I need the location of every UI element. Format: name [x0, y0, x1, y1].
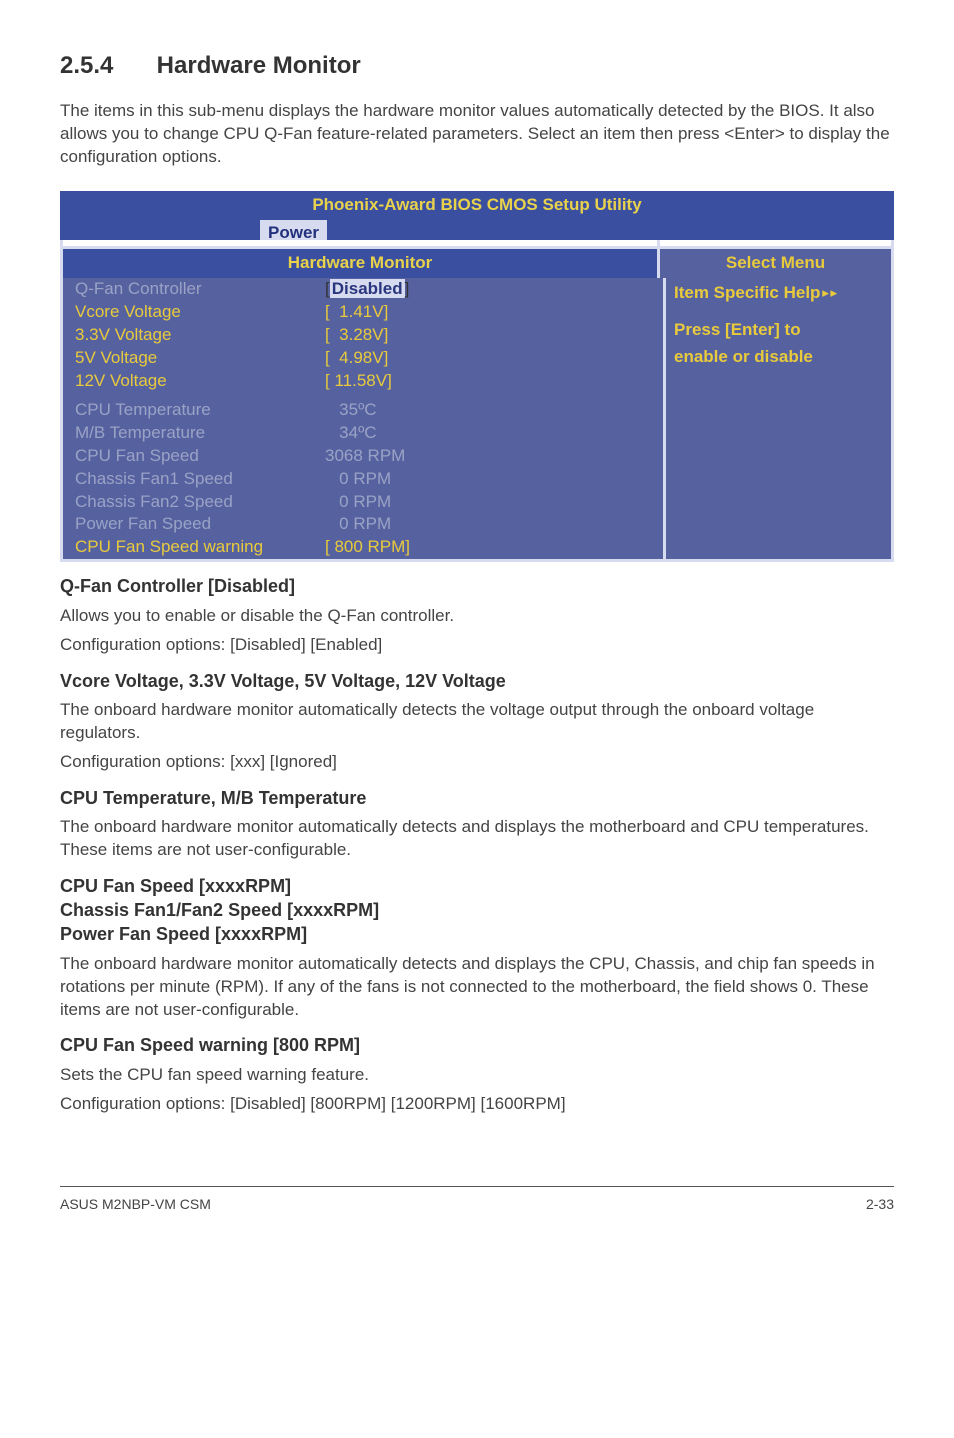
body-text: The onboard hardware monitor automatical… [60, 816, 894, 862]
subsection-heading: Q-Fan Controller [Disabled] [60, 574, 894, 598]
item-value: [ 4.98V] [325, 347, 388, 370]
section-number: 2.5.4 [60, 50, 150, 82]
triangle-icon: ▸▸ [820, 283, 836, 303]
item-label: CPU Fan Speed [75, 445, 325, 468]
bios-item: Chassis Fan2 Speed 0 RPM [63, 491, 663, 514]
tab-filler [327, 220, 894, 240]
item-value: [ 3.28V] [325, 324, 388, 347]
item-label: Chassis Fan2 Speed [75, 491, 325, 514]
item-label: 5V Voltage [75, 347, 325, 370]
page-footer: ASUS M2NBP-VM CSM 2-33 [60, 1186, 894, 1214]
body-text: Configuration options: [xxx] [Ignored] [60, 751, 894, 774]
item-value: [ 1.41V] [325, 301, 388, 324]
tab-power[interactable]: Power [260, 220, 327, 240]
help-text: Press [Enter] to [674, 319, 883, 342]
bios-item[interactable]: 3.3V Voltage [ 3.28V] [63, 324, 663, 347]
bios-item[interactable]: 5V Voltage [ 4.98V] [63, 347, 663, 370]
item-label: Vcore Voltage [75, 301, 325, 324]
footer-right: 2-33 [866, 1195, 894, 1214]
bios-item: CPU Fan Speed 3068 RPM [63, 445, 663, 468]
footer-left: ASUS M2NBP-VM CSM [60, 1195, 211, 1214]
item-label: Q-Fan Controller [75, 278, 325, 301]
bios-tab-row: Power [60, 220, 894, 240]
intro-paragraph: The items in this sub-menu displays the … [60, 100, 894, 169]
item-label: CPU Temperature [75, 399, 325, 422]
body-text: The onboard hardware monitor automatical… [60, 699, 894, 745]
item-value: [ 11.58V] [325, 370, 392, 393]
help-text: enable or disable [674, 346, 883, 369]
item-value: [ 800 RPM] [325, 536, 410, 559]
bios-item: M/B Temperature 34ºC [63, 422, 663, 445]
bios-panel: Phoenix-Award BIOS CMOS Setup Utility Po… [60, 191, 894, 562]
bios-item[interactable]: Vcore Voltage [ 1.41V] [63, 301, 663, 324]
subsection-heading: CPU Fan Speed warning [800 RPM] [60, 1033, 894, 1057]
section-heading: 2.5.4 Hardware Monitor [60, 50, 894, 82]
item-label: Chassis Fan1 Speed [75, 468, 325, 491]
select-menu-label: Select Menu [660, 246, 894, 278]
body-text: Allows you to enable or disable the Q-Fa… [60, 605, 894, 628]
subsection-heading: Vcore Voltage, 3.3V Voltage, 5V Voltage,… [60, 669, 894, 693]
bios-help-panel: Item Specific Help▸▸ Press [Enter] to en… [663, 278, 891, 559]
subsection-heading: CPU Fan Speed [xxxxRPM] Chassis Fan1/Fan… [60, 874, 894, 947]
item-value: 35ºC [325, 399, 377, 422]
item-value: [Disabled] [325, 278, 409, 301]
body-text: The onboard hardware monitor automatical… [60, 953, 894, 1022]
item-value: 0 RPM [325, 513, 391, 536]
item-value: 3068 RPM [325, 445, 405, 468]
item-label: Power Fan Speed [75, 513, 325, 536]
bios-title-bar: Phoenix-Award BIOS CMOS Setup Utility [60, 191, 894, 220]
bios-item: Power Fan Speed 0 RPM [63, 513, 663, 536]
bios-subheader: Hardware Monitor Select Menu [60, 246, 894, 278]
bios-item[interactable]: 12V Voltage [ 11.58V] [63, 370, 663, 393]
panel-title: Hardware Monitor [60, 246, 660, 278]
bios-items: Q-Fan Controller [Disabled] Vcore Voltag… [63, 278, 663, 559]
bios-item[interactable]: CPU Fan Speed warning [ 800 RPM] [63, 536, 663, 559]
body-text: Sets the CPU fan speed warning feature. [60, 1064, 894, 1087]
item-value: 0 RPM [325, 468, 391, 491]
bios-item: Chassis Fan1 Speed 0 RPM [63, 468, 663, 491]
bios-item: CPU Temperature 35ºC [63, 399, 663, 422]
item-value: 34ºC [325, 422, 377, 445]
subsection-heading: CPU Temperature, M/B Temperature [60, 786, 894, 810]
item-value: 0 RPM [325, 491, 391, 514]
item-label: 12V Voltage [75, 370, 325, 393]
section-title: Hardware Monitor [157, 52, 361, 79]
body-text: Configuration options: [Disabled] [800RP… [60, 1093, 894, 1116]
body-text: Configuration options: [Disabled] [Enabl… [60, 634, 894, 657]
item-label: 3.3V Voltage [75, 324, 325, 347]
item-label: CPU Fan Speed warning [75, 536, 325, 559]
bios-item[interactable]: Q-Fan Controller [Disabled] [63, 278, 663, 301]
help-title: Item Specific Help▸▸ [674, 282, 883, 305]
item-label: M/B Temperature [75, 422, 325, 445]
tab-filler [60, 220, 260, 240]
